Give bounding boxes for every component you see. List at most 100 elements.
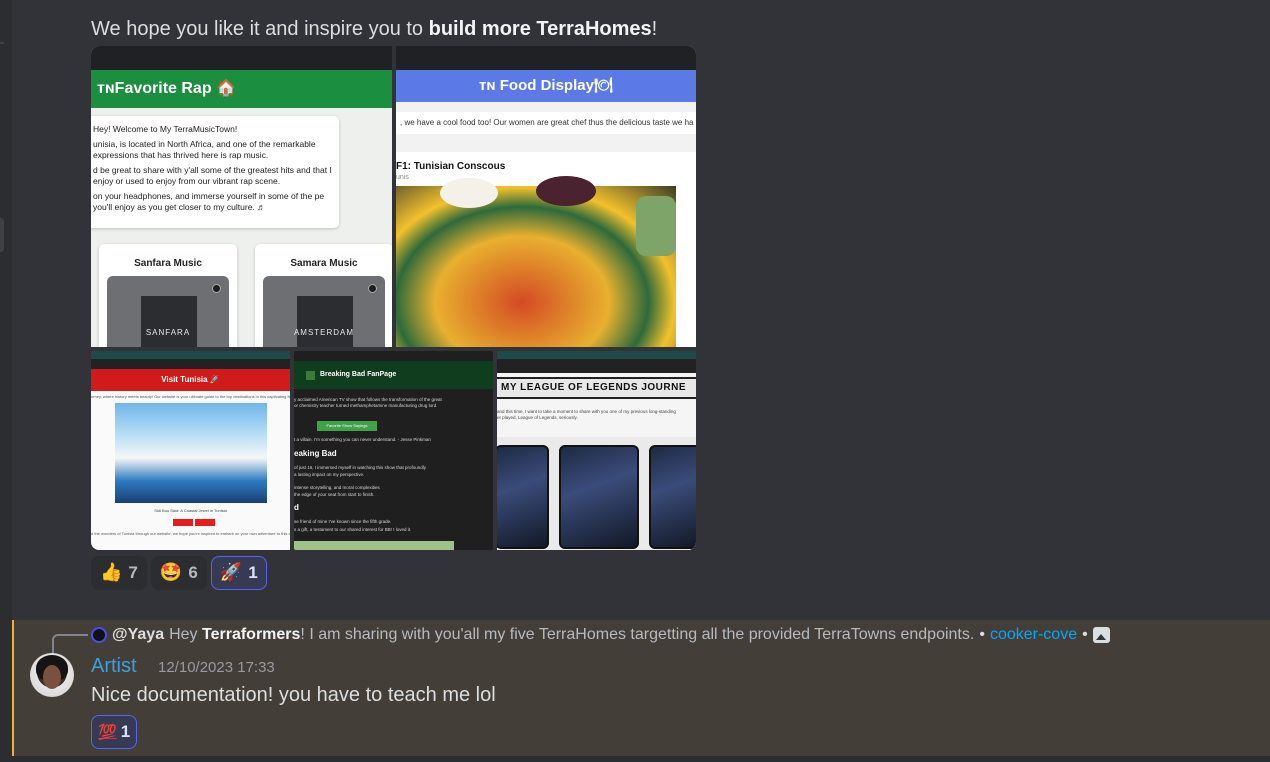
replied-username[interactable]: @Yaya	[112, 626, 164, 644]
bb-line: se friend of mine I've known since the f…	[294, 519, 392, 524]
bb-heading: eaking Bad	[294, 449, 337, 458]
rap-intro-p2: unisia, is located in North Africa, and …	[93, 139, 316, 160]
music-card-title: Sanfara Music	[134, 258, 202, 269]
tunisia-page-title: Visit Tunisia 🚀	[91, 369, 290, 391]
replied-text-bold: Terraformers	[202, 626, 301, 643]
sidi-bou-said-photo	[115, 403, 267, 503]
channel-link[interactable]: cooker-cove	[990, 626, 1077, 644]
bullet-separator: •	[979, 626, 985, 643]
food-intro: , we have a cool food too! Our women are…	[396, 112, 696, 134]
food-card-sub: unis	[396, 174, 409, 181]
timestamp: 12/10/2023 17:33	[158, 659, 275, 676]
rap-intro-p4: on your headphones, and immerse yourself…	[93, 191, 325, 212]
gallery-image-visit-tunisia[interactable]: Visit Tunisia 🚀 urney, where history mee…	[91, 351, 290, 550]
nav-bar	[91, 359, 290, 369]
replied-text: Hey Terraformers! I am sharing with you'…	[169, 626, 974, 644]
bb-heading: d	[294, 503, 299, 512]
bb-line: s a gift, a testament to our shared inte…	[294, 527, 412, 532]
gallery-image-food-display[interactable]: ᴛɴ Food Display🍽 , we have a cool food t…	[396, 46, 696, 347]
bottom-strip	[0, 756, 1270, 762]
photo-caption: Sidi Bou Said: A Coastal Jewel in Tunisi…	[154, 508, 227, 513]
lol-screenshot	[559, 445, 639, 549]
gallery-image-breaking-bad[interactable]: Breaking Bad FanPage y acclaimed America…	[294, 351, 493, 550]
bb-image-strip	[294, 541, 454, 550]
browser-bar	[91, 46, 392, 70]
replied-text-end: ! I am sharing with you'all my five Terr…	[300, 626, 975, 643]
music-card-sanfara: Sanfara Music SANFARA	[99, 244, 237, 347]
rap-intro-p3: d be great to share with y'all some of t…	[93, 165, 332, 186]
lol-screenshot	[649, 445, 696, 549]
lol-screenshots	[497, 437, 696, 550]
food-card: F1: Tunisian Conscous unis	[396, 152, 696, 347]
bb-line: of just 16, I immersed myself in watchin…	[294, 465, 427, 470]
image-gallery: ᴛɴFavorite Rap 🏠 Hey! Welcome to My Terr…	[91, 46, 696, 550]
reaction-bar: 👍 7 🤩 6 🚀 1	[91, 556, 267, 590]
music-card-samara: Samara Music AMSTERDAM	[255, 244, 392, 347]
reaction-count: 7	[128, 563, 138, 582]
album-cover: SANFARA	[107, 276, 229, 347]
album-cover: AMSTERDAM	[263, 276, 385, 347]
lol-page-title: MY LEAGUE OF LEGENDS JOURNE	[497, 377, 696, 399]
reaction-hundred[interactable]: 💯 1	[91, 715, 138, 749]
hundred-points-icon: 💯	[98, 723, 117, 741]
rap-intro-card: Hey! Welcome to My TerraMusicTown! unisi…	[91, 116, 339, 228]
message-text-end: !	[651, 18, 658, 40]
rocket-icon: 🚀	[219, 562, 243, 583]
bb-sayings-button: Favorite Show Sayings	[317, 421, 377, 431]
message-body: Nice documentation! you have to teach me…	[91, 684, 496, 706]
message-text: We hope you like it and inspire you to b…	[91, 16, 657, 42]
username[interactable]: Artist	[91, 655, 137, 678]
reaction-count: 1	[120, 722, 131, 741]
tunisia-intro: urney, where history meets beauty! Our w…	[91, 394, 290, 399]
bullet-separator: •	[1082, 626, 1088, 643]
breaking-bad-title: Breaking Bad FanPage	[294, 361, 493, 389]
image-icon	[1092, 627, 1110, 643]
spotify-icon	[212, 284, 221, 293]
gallery-image-favorite-rap[interactable]: ᴛɴFavorite Rap 🏠 Hey! Welcome to My Terr…	[91, 46, 392, 347]
reaction-rocket[interactable]: 🚀 1	[210, 556, 267, 590]
browser-bar	[91, 351, 290, 359]
bb-quote: t a villain. I'm something you can never…	[294, 437, 431, 442]
rap-page-title: ᴛɴFavorite Rap 🏠	[91, 70, 392, 108]
reply-connector	[52, 634, 88, 654]
cover-label: SANFARA	[145, 328, 191, 337]
thumbs-up-icon: 👍	[100, 562, 123, 583]
replied-message-preview[interactable]: @Yaya Hey Terraformers! I am sharing wit…	[91, 624, 1110, 646]
spotify-icon	[368, 284, 377, 293]
reaction-thumbs-up[interactable]: 👍 7	[91, 556, 147, 590]
bb-line: a lasting impact on my perspective.	[294, 472, 365, 477]
lol-screenshot	[497, 445, 549, 549]
browser-bar	[497, 351, 696, 359]
reaction-star-struck[interactable]: 🤩 6	[150, 556, 207, 590]
message-text-bold: build more TerraHomes	[428, 18, 652, 40]
tunisia-footer: d the wonders of Tunisia through our web…	[91, 531, 290, 536]
reaction-count: 1	[248, 563, 258, 582]
bb-line: y acclaimed American TV show that follow…	[294, 397, 442, 402]
left-rail	[0, 0, 12, 762]
next-button	[195, 519, 215, 526]
replied-text-start: Hey	[169, 626, 202, 643]
breaking-bad-logo-icon	[306, 371, 315, 380]
food-page-title: ᴛɴ Food Display🍽	[396, 70, 696, 102]
reaction-count: 6	[188, 563, 198, 582]
bb-line: or chemistry teacher turned methamphetam…	[294, 403, 438, 408]
star-struck-icon: 🤩	[159, 562, 183, 583]
browser-bar	[396, 46, 696, 70]
rail-tick	[0, 42, 4, 44]
breaking-bad-title-text: Breaking Bad FanPage	[320, 371, 397, 378]
cover-label: AMSTERDAM	[293, 328, 355, 337]
previous-button	[173, 519, 193, 526]
rap-intro-p1: Hey! Welcome to My TerraMusicTown!	[93, 124, 238, 134]
replied-user-avatar	[91, 627, 107, 643]
lol-intro: and this time, I want to take a moment t…	[497, 409, 676, 421]
couscous-photo	[396, 176, 676, 347]
message-text-start: We hope you like it and inspire you to	[91, 18, 429, 40]
bb-line: the edge of your seat from start to fini…	[294, 492, 375, 497]
rail-scroll-notch	[0, 218, 4, 252]
lol-intro-line: er played, League of Legends, seriously.	[497, 415, 578, 420]
music-card-title: Samara Music	[290, 258, 358, 269]
food-card-title: F1: Tunisian Conscous	[396, 161, 506, 172]
bb-line: intense storytelling, and moral complexi…	[294, 485, 380, 490]
avatar[interactable]	[30, 653, 74, 697]
gallery-image-league-of-legends[interactable]: MY LEAGUE OF LEGENDS JOURNE and this tim…	[497, 351, 696, 550]
